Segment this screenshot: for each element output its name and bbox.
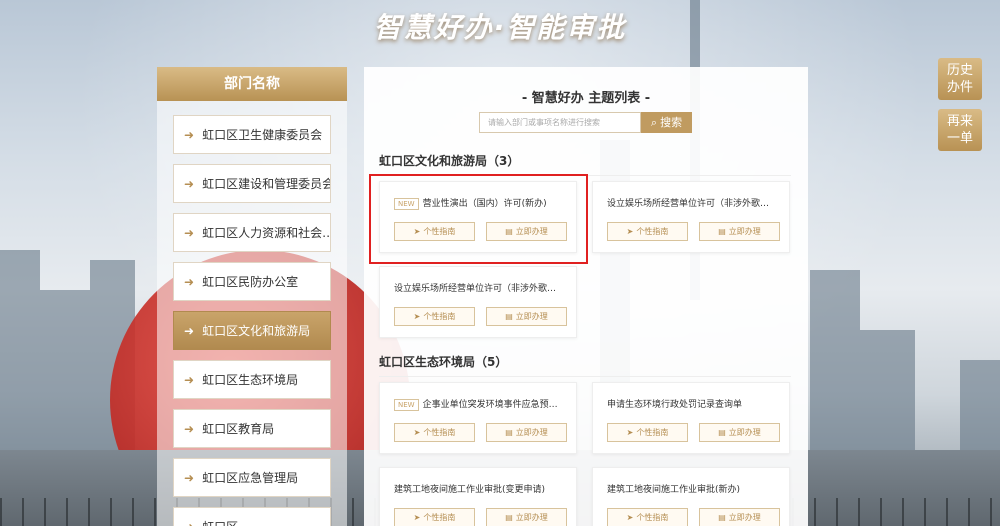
department-item[interactable]: ➜ 虹口区卫生健康委员会 <box>173 115 331 154</box>
topic-list-panel: - 智慧好办 主题列表 - 请输入部门或事项名称进行搜索 ⌕ 搜索 虹口区文化和旅… <box>364 67 808 526</box>
department-item[interactable]: ➜ 虹口区应急管理局 <box>173 458 331 497</box>
apply-button[interactable]: ▤ 立即办理 <box>486 307 567 326</box>
arrow-icon: ➜ <box>184 421 195 436</box>
department-item-label: 虹口区应急管理局 <box>202 471 299 485</box>
apply-button[interactable]: ▤ 立即办理 <box>699 423 780 442</box>
service-card: 建筑工地夜间施工作业审批(新办) ➤ 个性指南 ▤ 立即办理 <box>592 467 790 526</box>
department-list: ➜ 虹口区卫生健康委员会 ➜ 虹口区建设和管理委员会 ➜ 虹口区人力资源和社会… ➜ 虹… <box>157 101 347 526</box>
new-badge: NEW <box>394 399 419 411</box>
service-name[interactable]: 设立娱乐场所经营单位许可（非涉外歌舞… <box>394 281 564 294</box>
history-button[interactable]: 历史 办件 <box>938 58 982 100</box>
search-button[interactable]: ⌕ 搜索 <box>641 112 692 133</box>
guide-button[interactable]: ➤ 个性指南 <box>394 423 475 442</box>
department-item-active[interactable]: ➜ 虹口区文化和旅游局 <box>173 311 331 350</box>
arrow-icon: ➜ <box>184 225 195 240</box>
arrow-icon: ➜ <box>184 176 195 191</box>
document-icon: ▤ <box>718 428 726 437</box>
send-icon: ➤ <box>413 428 421 437</box>
arrow-icon: ➜ <box>184 470 195 485</box>
topic-list-title: - 智慧好办 主题列表 - <box>521 91 651 106</box>
arrow-icon: ➜ <box>184 274 195 289</box>
document-icon: ▤ <box>505 513 513 522</box>
department-item-label: 虹口区民防办公室 <box>202 275 299 289</box>
service-name[interactable]: 设立娱乐场所经营单位许可（非涉外歌舞… <box>607 196 777 209</box>
department-item[interactable]: ➜ 虹口区建设和管理委员会 <box>173 164 331 203</box>
section-heading: 虹口区生态环境局（5） <box>379 353 791 377</box>
department-item-label: 虹口区卫生健康委员会 <box>202 128 323 142</box>
document-icon: ▤ <box>718 227 726 236</box>
service-name[interactable]: 建筑工地夜间施工作业审批(变更申请) <box>394 482 564 495</box>
service-card: 建筑工地夜间施工作业审批(变更申请) ➤ 个性指南 ▤ 立即办理 <box>379 467 577 526</box>
selection-highlight <box>369 174 588 264</box>
department-item[interactable]: ➜ 虹口区… <box>173 507 331 526</box>
arrow-icon: ➜ <box>184 372 195 387</box>
search-icon: ⌕ <box>650 116 658 129</box>
guide-button[interactable]: ➤ 个性指南 <box>394 307 475 326</box>
department-item-label: 虹口区… <box>202 518 250 526</box>
search-button-label: 搜索 <box>660 116 683 129</box>
guide-button[interactable]: ➤ 个性指南 <box>607 222 688 241</box>
apply-button[interactable]: ▤ 立即办理 <box>699 508 780 526</box>
send-icon: ➤ <box>413 312 421 321</box>
arrow-icon: ➜ <box>184 127 195 142</box>
document-icon: ▤ <box>718 513 726 522</box>
document-icon: ▤ <box>505 312 513 321</box>
department-item-label: 虹口区建设和管理委员会 <box>202 177 331 191</box>
repeat-order-button[interactable]: 再来 一单 <box>938 109 982 151</box>
department-item-label: 虹口区文化和旅游局 <box>202 324 311 338</box>
page-title: 智慧好办·智能审批 <box>373 11 627 44</box>
service-card: 申请生态环境行政处罚记录查询单 ➤ 个性指南 ▤ 立即办理 <box>592 382 790 454</box>
guide-button[interactable]: ➤ 个性指南 <box>607 423 688 442</box>
document-icon: ▤ <box>505 428 513 437</box>
send-icon: ➤ <box>626 513 634 522</box>
service-name[interactable]: 申请生态环境行政处罚记录查询单 <box>607 397 777 410</box>
send-icon: ➤ <box>413 513 421 522</box>
guide-button[interactable]: ➤ 个性指南 <box>394 508 475 526</box>
service-card: 设立娱乐场所经营单位许可（非涉外歌舞… ➤ 个性指南 ▤ 立即办理 <box>379 266 577 338</box>
department-panel: 部门名称 ➜ 虹口区卫生健康委员会 ➜ 虹口区建设和管理委员会 ➜ 虹口区人力资源和社… <box>157 67 347 526</box>
service-name[interactable]: 建筑工地夜间施工作业审批(新办) <box>607 482 777 495</box>
send-icon: ➤ <box>626 227 634 236</box>
service-card: 设立娱乐场所经营单位许可（非涉外歌舞… ➤ 个性指南 ▤ 立即办理 <box>592 181 790 253</box>
apply-button[interactable]: ▤ 立即办理 <box>486 423 567 442</box>
department-item[interactable]: ➜ 虹口区生态环境局 <box>173 360 331 399</box>
department-item[interactable]: ➜ 虹口区教育局 <box>173 409 331 448</box>
department-item[interactable]: ➜ 虹口区人力资源和社会… <box>173 213 331 252</box>
arrow-icon: ➜ <box>184 323 195 338</box>
department-panel-header: 部门名称 <box>157 67 347 101</box>
department-item-label: 虹口区生态环境局 <box>202 373 299 387</box>
department-item-label: 虹口区教育局 <box>202 422 275 436</box>
send-icon: ➤ <box>626 428 634 437</box>
search-input[interactable]: 请输入部门或事项名称进行搜索 <box>479 112 641 133</box>
service-card: NEW 企事业单位突发环境事件应急预案… ➤ 个性指南 ▤ 立即办理 <box>379 382 577 454</box>
apply-button[interactable]: ▤ 立即办理 <box>699 222 780 241</box>
service-name[interactable]: NEW 企事业单位突发环境事件应急预案… <box>394 397 564 411</box>
section-heading: 虹口区文化和旅游局（3） <box>379 152 791 176</box>
apply-button[interactable]: ▤ 立即办理 <box>486 508 567 526</box>
department-item[interactable]: ➜ 虹口区民防办公室 <box>173 262 331 301</box>
department-item-label: 虹口区人力资源和社会… <box>202 226 331 240</box>
arrow-icon: ➜ <box>184 520 194 526</box>
guide-button[interactable]: ➤ 个性指南 <box>607 508 688 526</box>
